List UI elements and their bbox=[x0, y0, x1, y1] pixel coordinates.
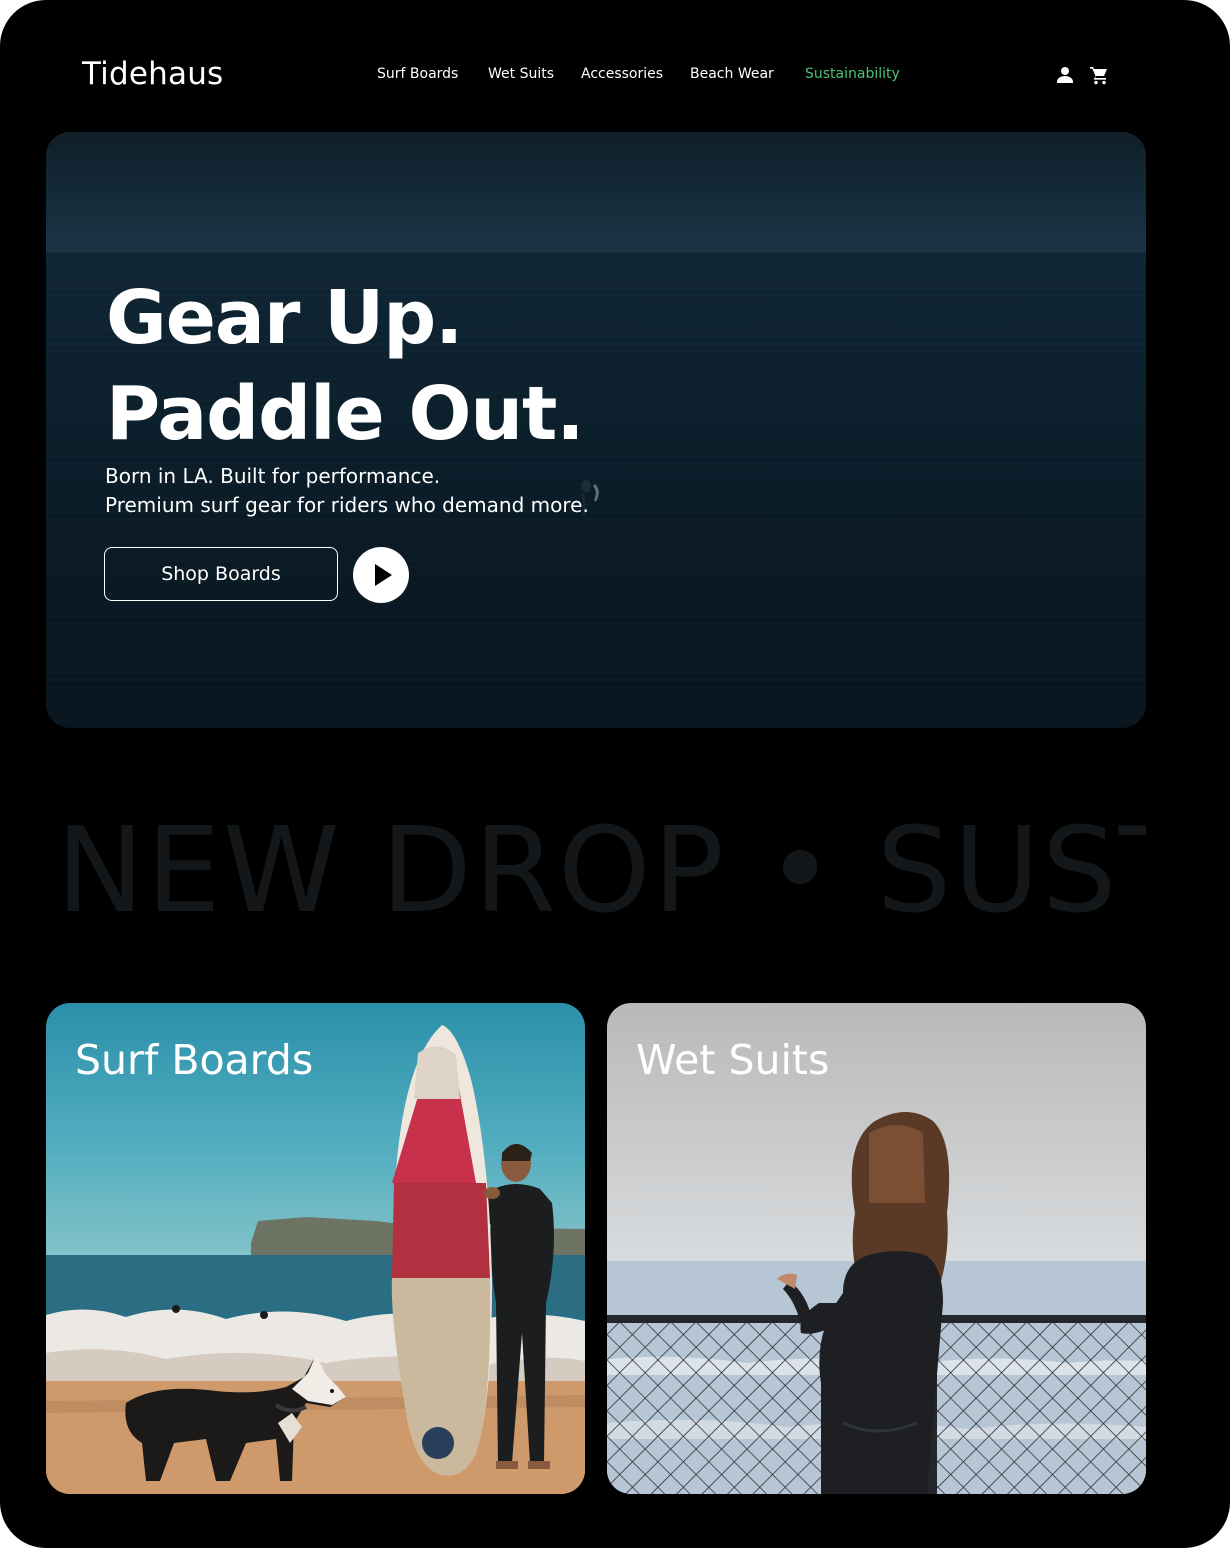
hero-subtitle-line2: Premium surf gear for riders who demand … bbox=[105, 493, 589, 517]
cart-icon[interactable] bbox=[1088, 64, 1110, 86]
marquee-text: NEW DROP • SUSTAINABLE bbox=[56, 801, 1146, 939]
category-card-wet-suits[interactable]: Wet Suits bbox=[607, 1003, 1146, 1494]
hero-title-line1: Gear Up. bbox=[106, 275, 463, 361]
page-frame: Tidehaus Surf Boards Wet Suits Accessori… bbox=[0, 0, 1230, 1548]
category-card-surf-boards[interactable]: Surf Boards bbox=[46, 1003, 585, 1494]
nav-beach-wear[interactable]: Beach Wear bbox=[690, 66, 774, 82]
hero-title: Gear Up. Paddle Out. bbox=[106, 270, 585, 462]
shop-boards-button[interactable]: Shop Boards bbox=[104, 547, 338, 601]
card-title-surf-boards: Surf Boards bbox=[75, 1036, 314, 1084]
user-icon[interactable] bbox=[1054, 64, 1076, 86]
nav-surf-boards[interactable]: Surf Boards bbox=[377, 66, 458, 82]
card-title-wet-suits: Wet Suits bbox=[636, 1036, 830, 1084]
play-icon bbox=[375, 564, 392, 586]
hero-subtitle: Born in LA. Built for performance. Premi… bbox=[105, 462, 589, 520]
play-video-button[interactable] bbox=[353, 547, 409, 603]
brand-logo[interactable]: Tidehaus bbox=[82, 56, 223, 92]
hero-title-line2: Paddle Out. bbox=[106, 371, 585, 457]
hero-sky bbox=[46, 132, 1146, 252]
marquee-banner: NEW DROP • SUSTAINABLE bbox=[56, 800, 1146, 940]
nav-wet-suits[interactable]: Wet Suits bbox=[488, 66, 554, 82]
hero-banner: Gear Up. Paddle Out. Born in LA. Built f… bbox=[46, 132, 1146, 728]
nav-accessories[interactable]: Accessories bbox=[581, 66, 663, 82]
hero-subtitle-line1: Born in LA. Built for performance. bbox=[105, 464, 441, 488]
nav-sustainability[interactable]: Sustainability bbox=[805, 66, 900, 82]
